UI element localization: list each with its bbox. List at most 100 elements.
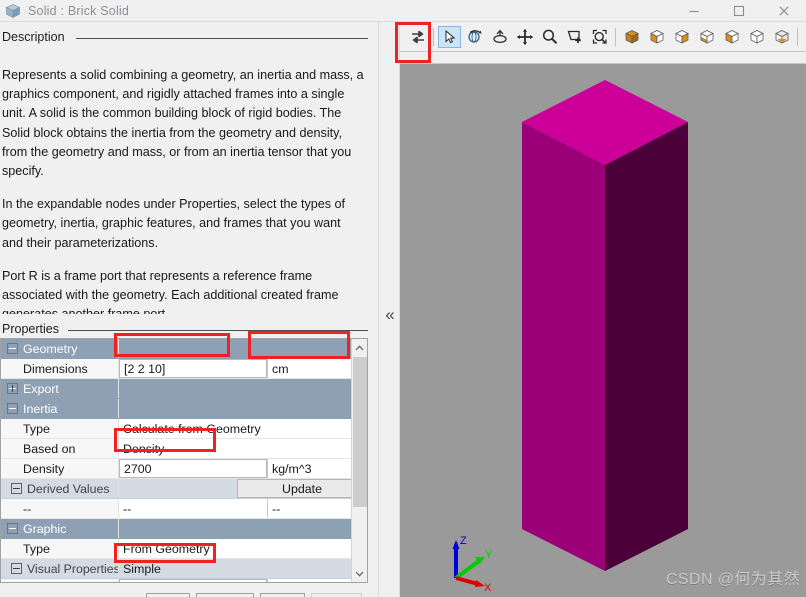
brick-solid-mesh	[522, 80, 688, 571]
description-paragraph-2: In the expandable nodes under Properties…	[2, 197, 346, 250]
rotate-view-icon	[467, 29, 482, 43]
properties-group-rule	[68, 330, 368, 331]
property-label: Geometry	[23, 341, 78, 356]
property-label: Graphic	[23, 521, 67, 536]
property-row-inertia-type[interactable]: Type Calculate from Geometry	[1, 419, 367, 439]
view-front-button[interactable]	[645, 26, 668, 48]
view-bottom-button[interactable]	[770, 26, 793, 48]
expand-twisty-icon[interactable]	[7, 383, 18, 394]
view-left-button[interactable]	[720, 26, 743, 48]
axis-label-y: Y	[485, 549, 493, 561]
property-row-export[interactable]: Export	[1, 379, 367, 399]
update-button[interactable]: Update	[237, 479, 367, 498]
minimize-button[interactable]	[671, 0, 716, 22]
swap-arrows-button[interactable]	[406, 26, 429, 48]
select-cursor-button[interactable]	[438, 25, 461, 48]
collapse-panel-button[interactable]: «	[381, 294, 399, 334]
panel-splitter[interactable]: «	[378, 22, 400, 597]
help-button[interactable]: Help	[259, 593, 306, 597]
property-name-color: Color	[1, 579, 119, 582]
zoom-in-box-button[interactable]	[563, 26, 586, 48]
property-row-graphic-type[interactable]: Type From Geometry	[1, 539, 367, 559]
color-input[interactable]: [1.0 0.0 0.8]	[119, 579, 267, 582]
window-title: Solid : Brick Solid	[28, 3, 130, 18]
cancel-button[interactable]: Cancel	[195, 593, 254, 597]
viewer-secondary-toolbar	[400, 52, 806, 64]
property-row-color[interactable]: Color [1.0 0.0 0.8]	[1, 579, 367, 582]
description-group-label: Description	[2, 30, 71, 44]
scroll-up-icon	[355, 344, 364, 350]
solid-right-face	[605, 122, 688, 571]
property-value-export	[119, 379, 367, 398]
property-row-graphic[interactable]: Graphic	[1, 519, 367, 539]
view-back-button[interactable]	[670, 26, 693, 48]
property-row-dimensions[interactable]: Dimensions [2 2 10] cm	[1, 359, 367, 379]
zoom-icon	[542, 29, 557, 44]
property-row-visual-properties[interactable]: Visual Properties Simple	[1, 559, 367, 579]
axis-triad-button[interactable]	[802, 26, 806, 48]
description-text: Represents a solid combining a geometry,…	[0, 66, 370, 314]
visual-properties-dropdown[interactable]: Simple	[119, 559, 367, 578]
property-name-dimensions: Dimensions	[1, 359, 119, 378]
property-row-density[interactable]: Density 2700 kg/m^3	[1, 459, 367, 479]
solid-left-face	[522, 122, 605, 571]
view-right-button[interactable]	[745, 26, 768, 48]
axis-label-z: Z	[460, 535, 467, 547]
inertia-type-value: Calculate from Geometry	[123, 421, 261, 436]
properties-scrollbar[interactable]	[351, 339, 367, 582]
minimize-icon	[689, 10, 698, 13]
view-left-icon	[724, 29, 739, 44]
viewer-toolbar	[400, 22, 806, 52]
maximize-icon	[733, 5, 744, 17]
property-row-inertia[interactable]: Inertia	[1, 399, 367, 419]
property-label: Inertia	[23, 401, 58, 416]
property-label: Dimensions	[23, 361, 88, 376]
collapse-twisty-icon[interactable]	[7, 403, 18, 414]
zoom-button[interactable]	[538, 26, 561, 48]
scrollbar-thumb[interactable]	[353, 357, 367, 507]
fit-to-view-button[interactable]	[588, 26, 611, 48]
dialog-button-bar: OK Cancel Help Apply	[0, 590, 370, 597]
properties-table[interactable]: Geometry Dimensions [2 2 10] cm Export I…	[0, 338, 368, 583]
scroll-down-icon	[355, 571, 364, 577]
scroll-down-button[interactable]	[352, 565, 367, 582]
select-cursor-icon	[445, 29, 455, 43]
property-row-geometry[interactable]: Geometry	[1, 339, 367, 359]
viewport-canvas[interactable]: Z Y X CSDN @何为其然	[400, 65, 806, 597]
based-on-dropdown[interactable]: Density	[119, 439, 367, 458]
property-name-export: Export	[1, 379, 119, 398]
toolbar-separator	[433, 27, 434, 46]
graphic-type-dropdown[interactable]: From Geometry	[119, 539, 367, 558]
property-value-geometry	[119, 339, 367, 358]
pan-button[interactable]	[513, 26, 536, 48]
watermark-text: CSDN @何为其然	[665, 571, 800, 588]
dimensions-input[interactable]: [2 2 10]	[119, 359, 267, 378]
derived-value-dash: --	[119, 499, 267, 518]
view-isometric-button[interactable]	[620, 26, 643, 48]
property-row-derived-values[interactable]: Derived Values Update	[1, 479, 367, 499]
maximize-button[interactable]	[716, 0, 761, 22]
collapse-twisty-icon[interactable]	[11, 483, 22, 494]
fit-to-view-icon	[592, 29, 607, 44]
scroll-up-button[interactable]	[352, 339, 367, 356]
property-row-based-on[interactable]: Based on Density	[1, 439, 367, 459]
properties-group-label: Properties	[2, 322, 65, 336]
collapse-twisty-icon[interactable]	[7, 523, 18, 534]
collapse-twisty-icon[interactable]	[7, 343, 18, 354]
collapse-twisty-icon[interactable]	[11, 563, 22, 574]
close-button[interactable]	[761, 0, 806, 22]
visual-properties-value: Simple	[123, 561, 161, 576]
property-row-derived-placeholder: -- -- --	[1, 499, 367, 519]
view-front-icon	[649, 29, 664, 44]
property-label: Type	[23, 421, 50, 436]
ok-button[interactable]: OK	[145, 593, 190, 597]
view-top-button[interactable]	[695, 26, 718, 48]
property-name-derived-values: Derived Values	[1, 479, 119, 498]
property-name-inertia-type: Type	[1, 419, 119, 438]
property-value-inertia	[119, 399, 367, 418]
property-label: Derived Values	[27, 481, 110, 496]
rotate-view-button[interactable]	[463, 26, 486, 48]
orbit-button[interactable]	[488, 26, 511, 48]
density-input[interactable]: 2700	[119, 459, 267, 478]
inertia-type-dropdown[interactable]: Calculate from Geometry	[119, 419, 367, 438]
